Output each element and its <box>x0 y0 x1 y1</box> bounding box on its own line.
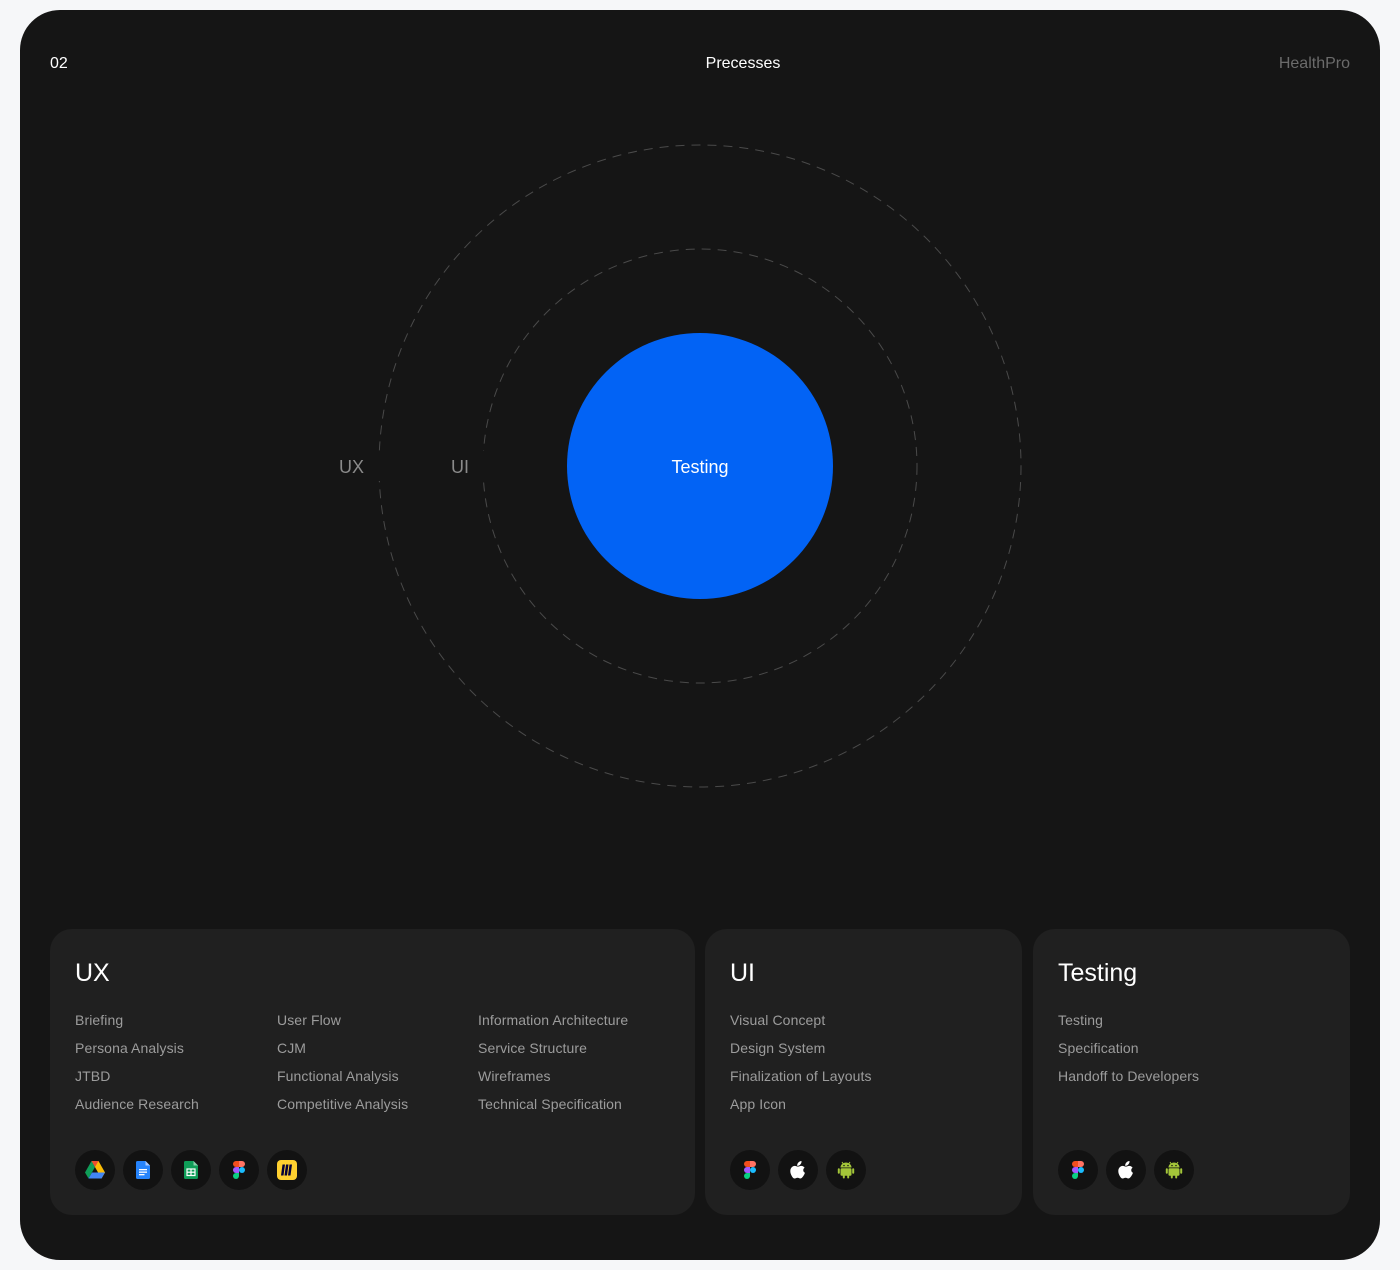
google-docs-icon <box>123 1150 163 1190</box>
list-item: Visual Concept <box>730 1012 826 1028</box>
testing-tools <box>1058 1150 1194 1190</box>
miro-icon <box>267 1150 307 1190</box>
list-item: Audience Research <box>75 1096 199 1112</box>
ux-column-3: Information Architecture Service Structu… <box>478 1009 628 1121</box>
figma-icon <box>1058 1150 1098 1190</box>
apple-icon <box>778 1150 818 1190</box>
list-item: Functional Analysis <box>277 1068 399 1084</box>
presentation-slide: 02 Precesses HealthPro UX UI Testing UX … <box>20 10 1380 1260</box>
list-item: JTBD <box>75 1068 111 1084</box>
figma-icon <box>730 1150 770 1190</box>
testing-column: Testing Specification Handoff to Develop… <box>1058 1009 1199 1093</box>
list-item: Service Structure <box>478 1040 588 1056</box>
list-item: Design System <box>730 1040 826 1056</box>
list-item: App Icon <box>730 1096 787 1112</box>
process-diagram: UX UI Testing <box>20 10 1380 910</box>
list-item: Information Architecture <box>478 1012 629 1028</box>
list-item: CJM <box>277 1040 307 1056</box>
list-item: Specification <box>1058 1040 1139 1056</box>
ui-tools <box>730 1150 866 1190</box>
figma-icon <box>219 1150 259 1190</box>
list-item: Competitive Analysis <box>277 1096 409 1112</box>
list-item: Persona Analysis <box>75 1040 184 1056</box>
ux-column-1: Briefing Persona Analysis JTBD Audience … <box>75 1009 199 1121</box>
ui-column: Visual Concept Design System Finalizatio… <box>730 1009 872 1121</box>
google-sheets-icon <box>171 1150 211 1190</box>
list-item: Technical Specification <box>478 1096 622 1112</box>
testing-card: Testing Testing Specification Handoff to… <box>1033 929 1350 1215</box>
ui-card-title: UI <box>730 959 755 987</box>
apple-icon <box>1106 1150 1146 1190</box>
ux-ring-label: UX <box>339 457 365 477</box>
android-icon <box>1154 1150 1194 1190</box>
testing-card-title: Testing <box>1058 959 1138 987</box>
list-item: User Flow <box>277 1012 341 1028</box>
ux-card-title: UX <box>75 959 110 987</box>
ux-tools <box>75 1150 307 1190</box>
list-item: Testing <box>1058 1012 1104 1028</box>
list-item: Briefing <box>75 1012 124 1028</box>
list-item: Wireframes <box>478 1068 551 1084</box>
ui-ring-label: UI <box>451 457 469 477</box>
google-drive-icon <box>75 1150 115 1190</box>
list-item: Handoff to Developers <box>1058 1068 1200 1084</box>
ux-column-2: User Flow CJM Functional Analysis Compet… <box>277 1009 408 1121</box>
ux-card: UX Briefing Persona Analysis JTBD Audien… <box>50 929 695 1215</box>
ui-card: UI Visual Concept Design System Finaliza… <box>705 929 1022 1215</box>
list-item: Finalization of Layouts <box>730 1068 872 1084</box>
testing-core-label: Testing <box>671 457 729 477</box>
android-icon <box>826 1150 866 1190</box>
